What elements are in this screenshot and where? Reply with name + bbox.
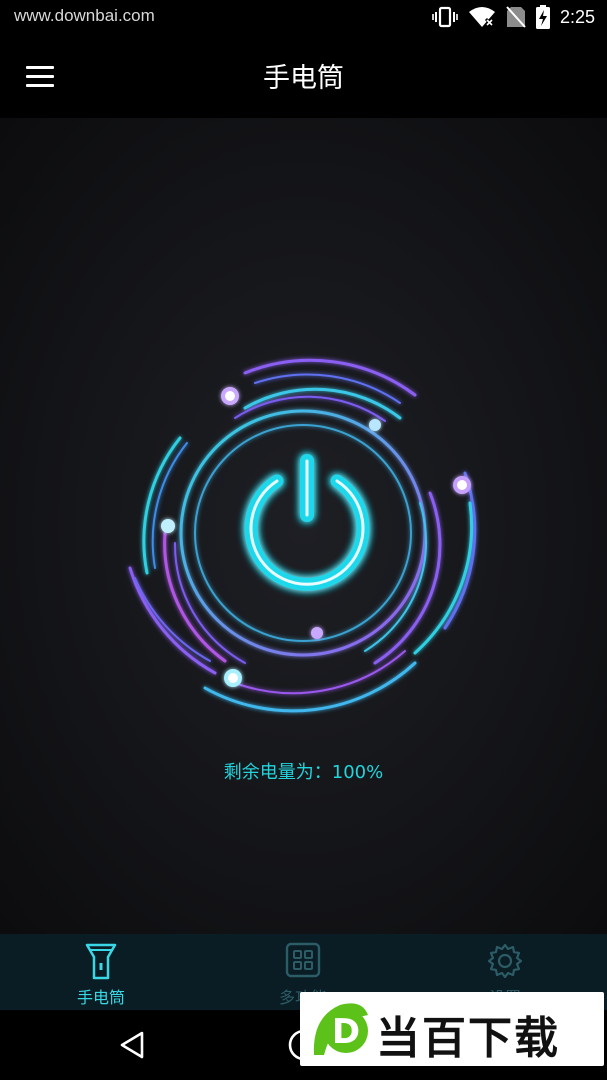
power-toggle-button[interactable]: [120, 348, 490, 718]
main-area: 剩余电量为：100%: [0, 118, 607, 934]
app-bar: 手电筒: [0, 34, 607, 118]
watermark-logo: D 当百下载: [300, 992, 604, 1066]
tab-label: 手电筒: [76, 988, 125, 1007]
page-title: 手电筒: [263, 63, 344, 94]
status-icons: 2:25: [432, 4, 595, 30]
status-time: 2:25: [559, 6, 595, 27]
battery-charging-icon: [535, 5, 550, 29]
power-rings-graphic: [128, 358, 477, 713]
flashlight-icon: [85, 943, 117, 980]
status-bar: www.downbai.com 2:25: [0, 0, 607, 34]
gear-icon: [487, 943, 523, 979]
vibrate-icon: [432, 6, 458, 28]
no-sim-icon: [506, 6, 526, 28]
watermark-url: www.downbai.com: [14, 6, 155, 25]
tab-flashlight[interactable]: 手电筒: [0, 934, 202, 1010]
battery-level-text: 剩余电量为：100%: [223, 762, 384, 783]
power-icon: [244, 454, 370, 591]
logo-mark: D: [313, 1003, 368, 1055]
logo-text: 当百下载: [376, 1013, 560, 1064]
back-triangle-icon[interactable]: [118, 1030, 146, 1060]
grid-icon: [285, 942, 321, 978]
wifi-off-icon: [468, 7, 495, 28]
logo-letter: D: [332, 1012, 360, 1052]
